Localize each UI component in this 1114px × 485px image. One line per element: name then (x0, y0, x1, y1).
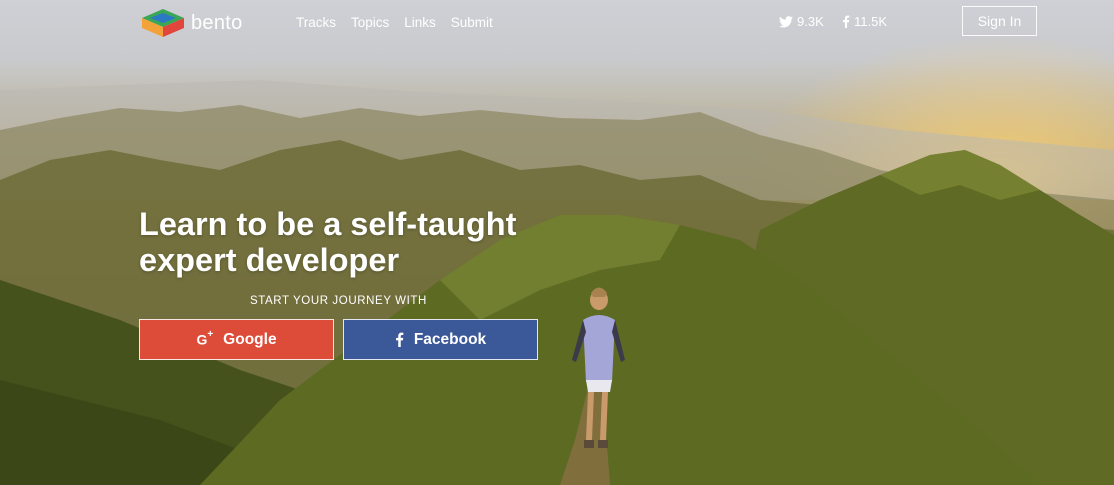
sign-in-button[interactable]: Sign In (962, 6, 1037, 36)
google-plus-icon: G+ (196, 329, 214, 348)
brand-name[interactable]: bento (191, 12, 243, 35)
facebook-count: 11.5K (854, 14, 888, 29)
nav-link-submit[interactable]: Submit (451, 15, 493, 30)
facebook-button-label: Facebook (413, 330, 487, 348)
main-nav: Tracks Topics Links Submit (296, 15, 493, 30)
google-login-button[interactable]: G+ Google (139, 319, 334, 360)
twitter-icon (779, 15, 793, 28)
nav-link-links[interactable]: Links (404, 15, 436, 30)
facebook-f-icon (395, 332, 404, 347)
facebook-icon (843, 15, 850, 28)
nav-link-tracks[interactable]: Tracks (296, 15, 336, 30)
facebook-follow[interactable]: 11.5K (842, 14, 887, 29)
facebook-login-button[interactable]: Facebook (343, 319, 538, 360)
headline-line-1: Learn to be a self-taught (139, 206, 517, 242)
twitter-count: 9.3K (797, 14, 824, 29)
nav-link-topics[interactable]: Topics (351, 15, 389, 30)
start-journey-label: START YOUR JOURNEY WITH (250, 295, 427, 307)
twitter-follow[interactable]: 9.3K (779, 14, 824, 29)
headline-line-2: expert developer (139, 242, 400, 278)
top-navbar: bento Tracks Topics Links Submit 9.3K 11… (0, 0, 1114, 46)
bento-logo-icon[interactable] (141, 8, 185, 38)
hero-headline: Learn to be a self-taught expert develop… (139, 206, 516, 278)
google-button-label: Google (223, 330, 277, 348)
